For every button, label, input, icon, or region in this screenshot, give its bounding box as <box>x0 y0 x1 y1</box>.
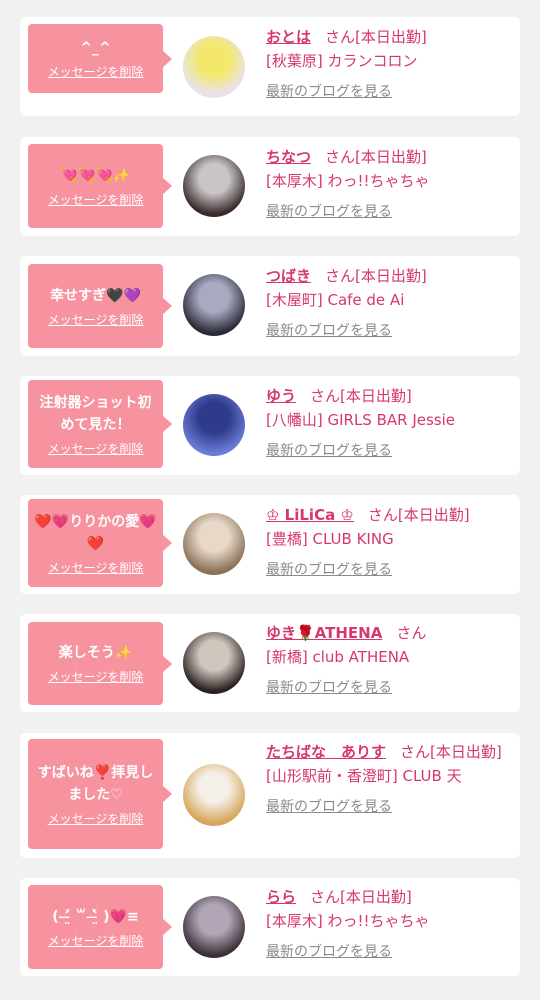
message-bubble: ^_^ メッセージを削除 <box>28 24 163 93</box>
girl-info: ゆき🌹ATHENA さん [新橋] club ATHENA 最新のブログを見る <box>266 621 512 698</box>
girl-status: さん <box>396 624 427 642</box>
message-text: 幸せすぎ🖤💜 <box>50 287 141 304</box>
girl-info: ゆう さん[本日出勤] [八幡山] GIRLS BAR Jessie 最新のブログ… <box>266 384 512 461</box>
avatar[interactable] <box>183 896 245 958</box>
shop-name: [豊橋] CLUB KING <box>266 530 394 548</box>
girl-name-link[interactable]: つばき <box>266 267 311 285</box>
message-card: 💘💘💘✨ メッセージを削除 ちなつ さん[本日出勤] [本厚木] わっ!!ちゃちゃ… <box>20 137 520 236</box>
delete-message-link[interactable]: メッセージを削除 <box>48 440 144 457</box>
girl-status: さん[本日出勤] <box>325 28 427 46</box>
girl-name-link[interactable]: ゆき🌹ATHENA <box>266 624 382 642</box>
message-text: ( ˃̶̤́ ꒳ ˂̶̤̀ )💗≡ <box>52 908 139 925</box>
message-text: 注射器ショット初めて見た！ <box>39 394 152 433</box>
latest-blog-link[interactable]: 最新のブログを見る <box>266 942 392 962</box>
message-card: ( ˃̶̤́ ꒳ ˂̶̤̀ )💗≡ メッセージを削除 らら さん[本日出勤] [本… <box>20 878 520 976</box>
message-text: ❤️💗りりかの愛💗❤️ <box>34 513 157 552</box>
message-text: 💘💘💘✨ <box>60 167 131 184</box>
girl-name-link[interactable]: ちなつ <box>266 148 311 166</box>
avatar[interactable] <box>183 632 245 694</box>
latest-blog-link[interactable]: 最新のブログを見る <box>266 560 392 580</box>
delete-message-link[interactable]: メッセージを削除 <box>48 932 144 949</box>
girl-status: さん[本日出勤] <box>310 888 412 906</box>
message-card: ^_^ メッセージを削除 おとは さん[本日出勤] [秋葉原] カランコロン 最新… <box>20 17 520 116</box>
latest-blog-link[interactable]: 最新のブログを見る <box>266 321 392 341</box>
girl-status: さん[本日出勤] <box>310 387 412 405</box>
latest-blog-link[interactable]: 最新のブログを見る <box>266 82 392 102</box>
delete-message-link[interactable]: メッセージを削除 <box>48 668 144 685</box>
shop-name: [山形駅前・香澄町] CLUB 天 <box>266 767 462 785</box>
message-bubble: 幸せすぎ🖤💜 メッセージを削除 <box>28 264 163 348</box>
avatar[interactable] <box>183 155 245 217</box>
girl-status: さん[本日出勤] <box>325 267 427 285</box>
message-card: ❤️💗りりかの愛💗❤️ メッセージを削除 ♔ LiLiCa ♔ さん[本日出勤] … <box>20 495 520 594</box>
girl-info: つばき さん[本日出勤] [木屋町] Cafe de Ai 最新のブログを見る <box>266 264 512 341</box>
message-bubble: ( ˃̶̤́ ꒳ ˂̶̤̀ )💗≡ メッセージを削除 <box>28 885 163 969</box>
girl-name-link[interactable]: ♔ LiLiCa ♔ <box>266 506 354 524</box>
shop-name: [秋葉原] カランコロン <box>266 52 418 70</box>
delete-message-link[interactable]: メッセージを削除 <box>48 63 144 80</box>
message-text: すばいね❣️拝見しました♡ <box>37 764 154 803</box>
message-bubble: 注射器ショット初めて見た！ メッセージを削除 <box>28 380 163 468</box>
girl-name-link[interactable]: たちばな ありす <box>266 743 386 761</box>
message-card: 注射器ショット初めて見た！ メッセージを削除 ゆう さん[本日出勤] [八幡山] … <box>20 376 520 475</box>
shop-name: [八幡山] GIRLS BAR Jessie <box>266 411 456 429</box>
shop-name: [本厚木] わっ!!ちゃちゃ <box>266 172 430 190</box>
avatar[interactable] <box>183 394 245 456</box>
girl-name-link[interactable]: ゆう <box>266 387 296 405</box>
girl-info: らら さん[本日出勤] [本厚木] わっ!!ちゃちゃ 最新のブログを見る <box>266 885 512 962</box>
avatar[interactable] <box>183 36 245 98</box>
message-text: ^_^ <box>80 40 111 56</box>
message-list: ^_^ メッセージを削除 おとは さん[本日出勤] [秋葉原] カランコロン 最新… <box>0 0 540 1000</box>
avatar[interactable] <box>183 274 245 336</box>
message-bubble: ❤️💗りりかの愛💗❤️ メッセージを削除 <box>28 499 163 587</box>
delete-message-link[interactable]: メッセージを削除 <box>48 191 144 208</box>
delete-message-link[interactable]: メッセージを削除 <box>48 559 144 576</box>
girl-info: たちばな ありす さん[本日出勤] [山形駅前・香澄町] CLUB 天 最新のブロ… <box>266 740 512 817</box>
message-bubble: 💘💘💘✨ メッセージを削除 <box>28 144 163 228</box>
latest-blog-link[interactable]: 最新のブログを見る <box>266 202 392 222</box>
shop-name: [新橋] club ATHENA <box>266 648 410 666</box>
shop-name: [木屋町] Cafe de Ai <box>266 291 405 309</box>
delete-message-link[interactable]: メッセージを削除 <box>48 311 144 328</box>
message-bubble: 楽しそう✨ メッセージを削除 <box>28 622 163 705</box>
message-text: 楽しそう✨ <box>58 645 133 661</box>
girl-status: さん[本日出勤] <box>367 506 470 524</box>
message-card: すばいね❣️拝見しました♡ メッセージを削除 たちばな ありす さん[本日出勤] … <box>20 733 520 858</box>
avatar[interactable] <box>183 764 245 826</box>
message-bubble: すばいね❣️拝見しました♡ メッセージを削除 <box>28 739 163 849</box>
girl-status: さん[本日出勤] <box>325 148 427 166</box>
delete-message-link[interactable]: メッセージを削除 <box>48 810 144 827</box>
girl-name-link[interactable]: おとは <box>266 28 311 46</box>
girl-status: さん[本日出勤] <box>400 743 502 761</box>
girl-info: おとは さん[本日出勤] [秋葉原] カランコロン 最新のブログを見る <box>266 25 512 102</box>
latest-blog-link[interactable]: 最新のブログを見る <box>266 441 392 461</box>
shop-name: [本厚木] わっ!!ちゃちゃ <box>266 912 430 930</box>
message-card: 幸せすぎ🖤💜 メッセージを削除 つばき さん[本日出勤] [木屋町] Cafe d… <box>20 256 520 356</box>
girl-info: ちなつ さん[本日出勤] [本厚木] わっ!!ちゃちゃ 最新のブログを見る <box>266 145 512 222</box>
girl-name-link[interactable]: らら <box>266 888 296 906</box>
latest-blog-link[interactable]: 最新のブログを見る <box>266 797 392 817</box>
girl-info: ♔ LiLiCa ♔ さん[本日出勤] [豊橋] CLUB KING 最新のブログ… <box>266 503 512 580</box>
message-card: 楽しそう✨ メッセージを削除 ゆき🌹ATHENA さん [新橋] club ATH… <box>20 614 520 712</box>
latest-blog-link[interactable]: 最新のブログを見る <box>266 678 392 698</box>
avatar[interactable] <box>183 513 245 575</box>
